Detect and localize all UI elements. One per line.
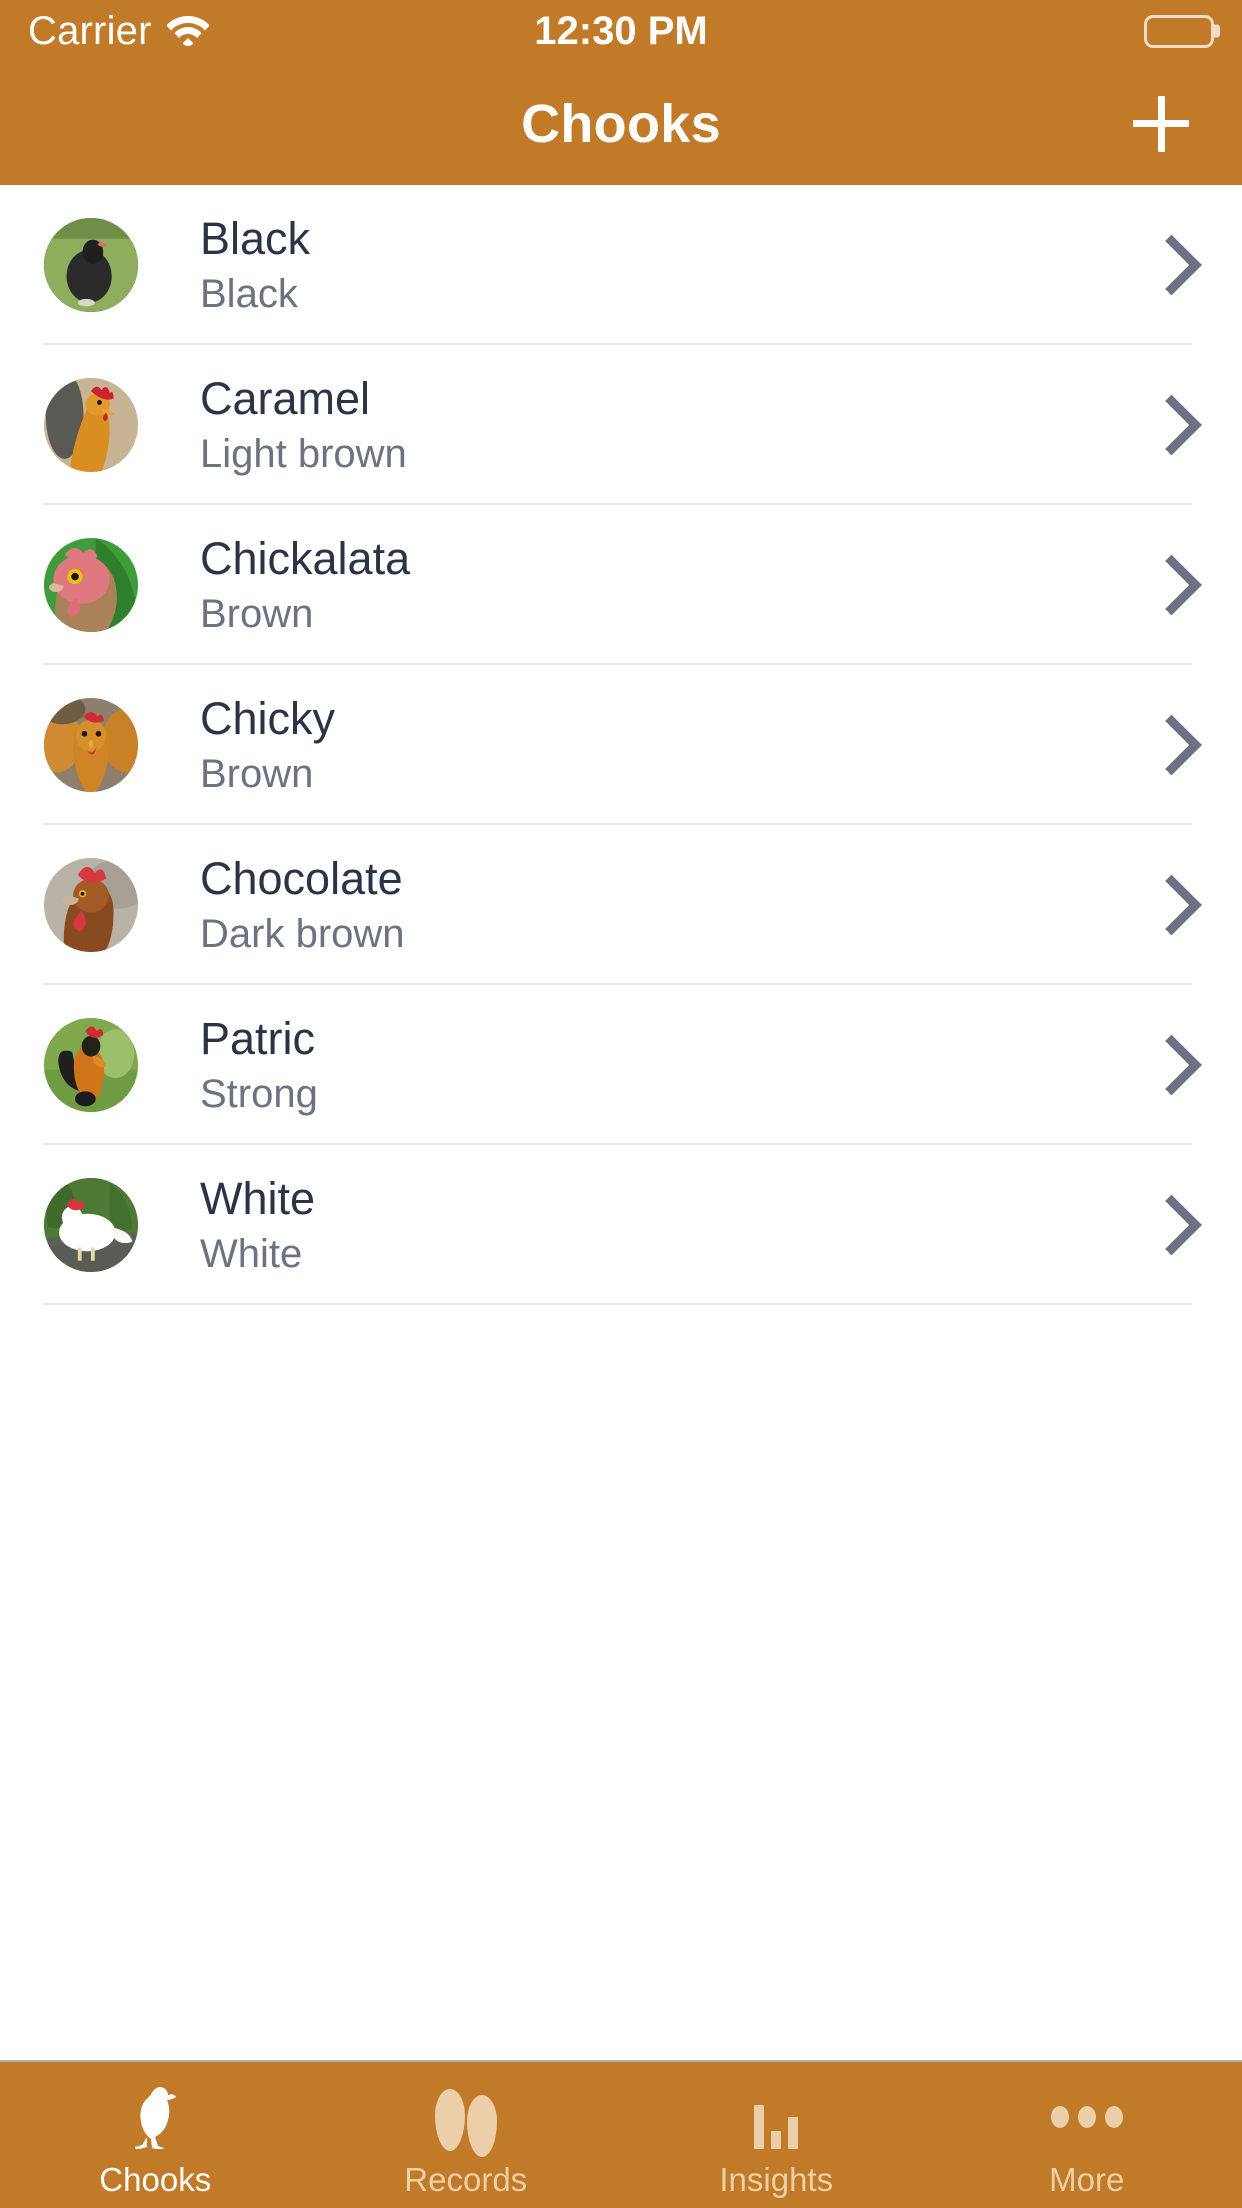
bar-chart-icon [754, 2085, 799, 2149]
tab-records[interactable]: Records [311, 2062, 622, 2208]
chevron-right-icon[interactable] [1142, 1037, 1198, 1093]
battery-icon [1144, 14, 1214, 48]
tab-label: Insights [719, 2160, 834, 2198]
chevron-right-icon[interactable] [1142, 557, 1198, 613]
status-bar-left: Carrier [28, 9, 210, 54]
chevron-right-icon[interactable] [1142, 237, 1198, 293]
row-separator [44, 1303, 1192, 1305]
egg-left [434, 2088, 465, 2151]
chook-name: Caramel [200, 373, 371, 425]
add-chook-button[interactable] [1122, 85, 1200, 163]
chook-list: Black Black Caramel Light brown Chickala… [0, 185, 1242, 2060]
tab-label: Chooks [99, 2160, 212, 2198]
tab-insights[interactable]: Insights [621, 2062, 932, 2208]
list-item[interactable]: Black Black [0, 185, 1242, 345]
eggs-icon [434, 2085, 498, 2157]
navigation-bar-content: Chooks [0, 62, 1242, 185]
chook-color: Brown [200, 751, 314, 796]
avatar [44, 698, 138, 792]
navigation-bar: Carrier 12:30 PM Chooks [0, 0, 1242, 185]
avatar [44, 858, 138, 952]
list-item-text: White White [200, 1173, 1142, 1276]
carrier-label: Carrier [28, 8, 152, 53]
avatar [44, 538, 138, 632]
list-item[interactable]: Chocolate Dark brown [0, 825, 1242, 985]
list-item-text: Black Black [200, 213, 1142, 316]
list-item-text: Chickalata Brown [200, 533, 1142, 636]
chook-name: Chickalata [200, 533, 411, 585]
list-item[interactable]: White White [0, 1145, 1242, 1305]
list-item[interactable]: Patric Strong [0, 985, 1242, 1145]
egg-right [466, 2094, 497, 2157]
chook-color: Light brown [200, 431, 407, 476]
avatar [44, 1018, 138, 1112]
tab-chooks[interactable]: Chooks [0, 2062, 311, 2208]
chook-color: Dark brown [200, 911, 405, 956]
list-item-text: Chicky Brown [200, 693, 1142, 796]
chook-color: White [200, 1231, 303, 1276]
list-item[interactable]: Chicky Brown [0, 665, 1242, 825]
chook-name: Patric [200, 1013, 316, 1065]
list-item[interactable]: Chickalata Brown [0, 505, 1242, 665]
list-item-text: Chocolate Dark brown [200, 853, 1142, 956]
chevron-right-icon[interactable] [1142, 397, 1198, 453]
tab-label: Records [404, 2160, 528, 2198]
avatar [44, 218, 138, 312]
tab-more[interactable]: More [932, 2062, 1242, 2208]
chevron-right-icon[interactable] [1142, 1197, 1198, 1253]
page-title: Chooks [521, 93, 721, 154]
wifi-icon [166, 12, 210, 51]
tab-bar: Chooks Records Insights More [0, 2060, 1242, 2208]
chook-name: White [200, 1173, 316, 1225]
status-bar-right [1144, 14, 1214, 48]
tab-label: More [1049, 2160, 1125, 2198]
plus-icon-vertical [1157, 95, 1165, 152]
chicken-icon [129, 2085, 181, 2149]
chook-name: Chocolate [200, 853, 403, 905]
chevron-right-icon[interactable] [1142, 717, 1198, 773]
chook-color: Strong [200, 1071, 318, 1116]
avatar [44, 1178, 138, 1272]
app-screen: Carrier 12:30 PM Chooks Black Black Cara… [0, 0, 1242, 2208]
list-item-text: Caramel Light brown [200, 373, 1142, 476]
chook-name: Black [200, 213, 311, 265]
avatar [44, 378, 138, 472]
chook-color: Brown [200, 591, 314, 636]
chook-color: Black [200, 271, 298, 316]
chevron-right-icon[interactable] [1142, 877, 1198, 933]
status-bar: Carrier 12:30 PM [0, 0, 1242, 62]
chook-name: Chicky [200, 693, 336, 745]
list-item[interactable]: Caramel Light brown [0, 345, 1242, 505]
list-item-text: Patric Strong [200, 1013, 1142, 1116]
ellipsis-icon [1050, 2085, 1123, 2149]
